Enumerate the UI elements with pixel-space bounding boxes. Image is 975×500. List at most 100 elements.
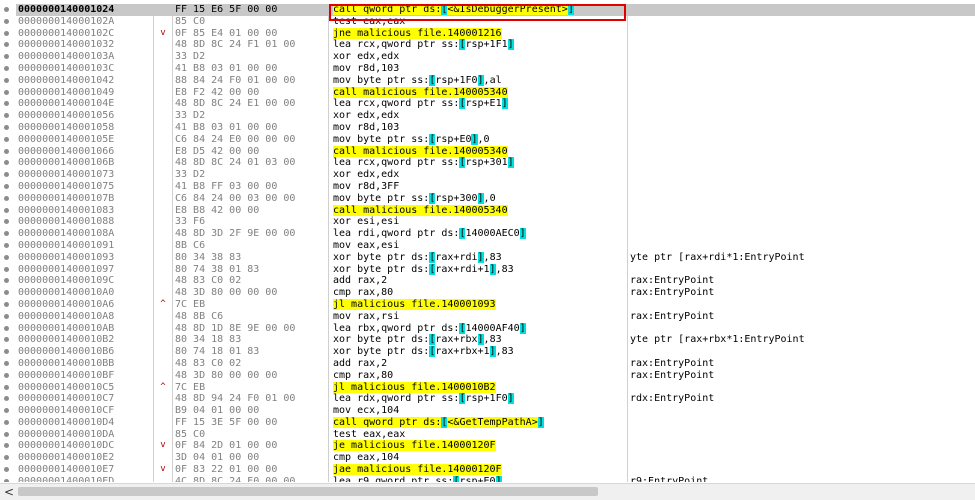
breakpoint-gutter[interactable] — [0, 440, 16, 453]
breakpoint-dot-icon[interactable] — [4, 7, 9, 12]
instruction[interactable]: jl malicious file.140001093 — [333, 298, 496, 311]
disasm-row[interactable]: 000000014000106B 48 8D 8C 24 01 03 00 lea … — [0, 157, 975, 170]
breakpoint-dot-icon[interactable] — [4, 266, 9, 272]
disasm-row[interactable]: 00000001400010AB 48 8D 1D 8E 9E 00 00 lea … — [0, 322, 975, 335]
instruction[interactable]: xor edx,edx — [333, 169, 399, 181]
disasm-row[interactable]: 00000001400010BF 48 3D 80 00 00 00 cmp rax… — [0, 369, 975, 382]
disasm-row[interactable]: 0000000140001093 80 34 38 83 xor byte ptr … — [0, 251, 975, 264]
instruction[interactable]: call qword ptr ds:[<&GetTempPathA>] — [333, 416, 544, 429]
breakpoint-gutter[interactable] — [0, 369, 16, 382]
breakpoint-gutter[interactable] — [0, 169, 16, 181]
instruction[interactable]: add rax,2 — [333, 275, 387, 287]
breakpoint-gutter[interactable] — [0, 475, 16, 482]
disasm-row[interactable]: 00000001400010B6 80 74 18 01 83 xor byte p… — [0, 346, 975, 358]
breakpoint-dot-icon[interactable] — [4, 124, 9, 130]
disasm-row[interactable]: 00000001400010E2 3D 04 01 00 00 cmp eax,10… — [0, 452, 975, 465]
breakpoint-gutter[interactable] — [0, 393, 16, 406]
breakpoint-dot-icon[interactable] — [4, 349, 9, 355]
instruction[interactable]: xor byte ptr ds:[rax+rbx+1],83 — [333, 346, 514, 358]
breakpoint-gutter[interactable] — [0, 121, 16, 134]
disasm-row[interactable]: 000000014000103C 41 B8 03 01 00 00 mov r8d… — [0, 62, 975, 75]
breakpoint-dot-icon[interactable] — [4, 360, 9, 366]
disasm-row[interactable]: 00000001400010C5 ^ 7C EB jl malicious file.… — [0, 381, 975, 394]
disasm-row[interactable]: 0000000140001073 33 D2 xor edx,edx — [0, 169, 975, 181]
instruction[interactable]: xor edx,edx — [333, 51, 399, 63]
breakpoint-gutter[interactable] — [0, 239, 16, 252]
breakpoint-dot-icon[interactable] — [4, 101, 9, 107]
breakpoint-gutter[interactable] — [0, 428, 16, 441]
breakpoint-dot-icon[interactable] — [4, 290, 9, 296]
breakpoint-dot-icon[interactable] — [4, 89, 9, 95]
instruction[interactable]: xor byte ptr ds:[rax+rdi+1],83 — [333, 263, 514, 276]
instruction[interactable]: add rax,2 — [333, 358, 387, 370]
instruction[interactable]: xor esi,esi — [333, 216, 399, 228]
instruction[interactable]: lea rcx,qword ptr ss:[rsp+1F1] — [333, 39, 514, 51]
breakpoint-gutter[interactable] — [0, 192, 16, 205]
disasm-row[interactable]: 00000001400010ED 4C 8D 8C 24 E0 00 00 lea … — [0, 475, 975, 482]
breakpoint-dot-icon[interactable] — [4, 195, 9, 201]
instruction[interactable]: xor edx,edx — [333, 110, 399, 122]
disasm-row[interactable]: 00000001400010DC v 0F 84 2D 01 00 00 je mal… — [0, 440, 975, 453]
breakpoint-dot-icon[interactable] — [4, 148, 9, 154]
breakpoint-dot-icon[interactable] — [4, 77, 9, 83]
disasm-row[interactable]: 0000000140001042 88 84 24 F0 01 00 00 mov … — [0, 74, 975, 87]
disasm-row[interactable]: 000000014000108A 48 8D 3D 2F 9E 00 00 lea … — [0, 228, 975, 240]
instruction[interactable]: mov r8d,103 — [333, 122, 399, 134]
instruction[interactable]: mov byte ptr ss:[rsp+1F0],al — [333, 74, 502, 87]
breakpoint-dot-icon[interactable] — [4, 207, 9, 213]
instruction[interactable]: je malicious file.14000120F — [333, 440, 496, 452]
disasm-row[interactable]: 000000014000104E 48 8D 8C 24 E1 00 00 lea … — [0, 98, 975, 111]
disasm-row[interactable]: 000000014000105E C6 84 24 E0 00 00 00 mov … — [0, 133, 975, 146]
breakpoint-dot-icon[interactable] — [4, 301, 9, 307]
breakpoint-dot-icon[interactable] — [4, 372, 9, 378]
breakpoint-gutter[interactable] — [0, 334, 16, 347]
disasm-row[interactable]: 0000000140001066 E8 D5 42 00 00 call malic… — [0, 145, 975, 158]
breakpoint-gutter[interactable] — [0, 228, 16, 240]
breakpoint-gutter[interactable] — [0, 298, 16, 311]
scrollbar-thumb[interactable] — [18, 487, 598, 496]
instruction[interactable]: cmp eax,104 — [333, 452, 399, 464]
instruction[interactable]: mov ecx,104 — [333, 405, 399, 417]
breakpoint-dot-icon[interactable] — [4, 419, 9, 425]
breakpoint-dot-icon[interactable] — [4, 443, 9, 449]
breakpoint-dot-icon[interactable] — [4, 396, 9, 402]
breakpoint-dot-icon[interactable] — [4, 160, 9, 166]
instruction[interactable]: mov r8d,3FF — [333, 181, 399, 193]
disasm-row[interactable]: 0000000140001056 33 D2 xor edx,edx — [0, 110, 975, 122]
scroll-left-icon[interactable]: < — [4, 485, 14, 499]
breakpoint-gutter[interactable] — [0, 110, 16, 122]
breakpoint-gutter[interactable] — [0, 275, 16, 288]
breakpoint-dot-icon[interactable] — [4, 183, 9, 189]
disasm-row[interactable]: 000000014000109C 48 83 C0 02 add rax,2 rax:… — [0, 275, 975, 288]
breakpoint-gutter[interactable] — [0, 216, 16, 229]
breakpoint-gutter[interactable] — [0, 287, 16, 299]
breakpoint-dot-icon[interactable] — [4, 30, 9, 36]
horizontal-scrollbar[interactable]: < — [0, 483, 975, 500]
disasm-row[interactable]: 00000001400010BB 48 83 C0 02 add rax,2 rax:… — [0, 357, 975, 370]
disasm-row[interactable]: 00000001400010CF B9 04 01 00 00 mov ecx,10… — [0, 405, 975, 417]
breakpoint-gutter[interactable] — [0, 464, 16, 476]
disasm-row[interactable]: 00000001400010A8 48 8B C6 mov rax,rsi rax:E… — [0, 310, 975, 323]
breakpoint-dot-icon[interactable] — [4, 431, 9, 437]
breakpoint-dot-icon[interactable] — [4, 242, 9, 248]
breakpoint-gutter[interactable] — [0, 157, 16, 170]
instruction[interactable]: call malicious file.140005340 — [333, 204, 508, 217]
instruction[interactable]: lea r9,qword ptr ss:[rsp+E0] — [333, 475, 502, 482]
breakpoint-gutter[interactable] — [0, 27, 16, 40]
breakpoint-dot-icon[interactable] — [4, 408, 9, 414]
breakpoint-gutter[interactable] — [0, 133, 16, 146]
disasm-row[interactable]: 0000000140001088 33 F6 xor esi,esi — [0, 216, 975, 229]
instruction[interactable]: jl malicious file.1400010B2 — [333, 381, 496, 394]
instruction[interactable]: mov byte ptr ss:[rsp+300],0 — [333, 192, 496, 205]
disasm-row[interactable]: 0000000140001097 80 74 38 01 83 xor byte p… — [0, 263, 975, 276]
breakpoint-gutter[interactable] — [0, 416, 16, 429]
breakpoint-dot-icon[interactable] — [4, 113, 9, 119]
breakpoint-dot-icon[interactable] — [4, 231, 9, 237]
breakpoint-gutter[interactable] — [0, 346, 16, 358]
breakpoint-dot-icon[interactable] — [4, 18, 9, 24]
breakpoint-dot-icon[interactable] — [4, 313, 9, 319]
breakpoint-gutter[interactable] — [0, 4, 16, 16]
breakpoint-dot-icon[interactable] — [4, 278, 9, 284]
breakpoint-dot-icon[interactable] — [4, 467, 9, 473]
breakpoint-gutter[interactable] — [0, 204, 16, 217]
